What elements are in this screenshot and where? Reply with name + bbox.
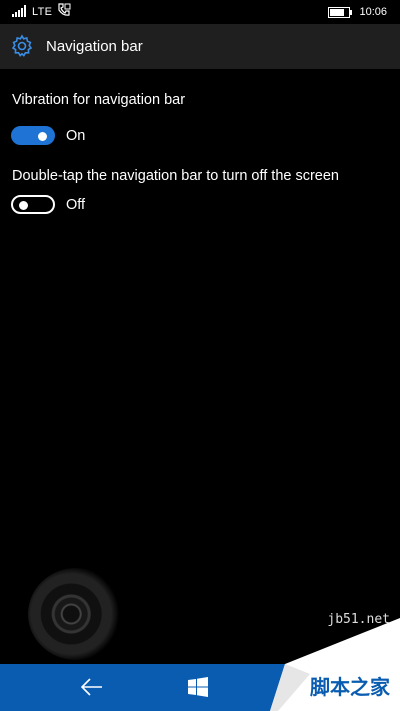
- page-header: Navigation bar: [0, 24, 400, 69]
- windows-logo-icon[interactable]: [188, 677, 208, 697]
- double-tap-setting-label: Double-tap the navigation bar to turn of…: [12, 168, 340, 184]
- status-bar: LTE 10:06: [0, 0, 400, 24]
- double-tap-toggle[interactable]: [11, 195, 55, 214]
- page-title: Navigation bar: [46, 38, 143, 55]
- watermark-text: 脚本之家: [310, 677, 390, 699]
- double-tap-toggle-state: Off: [66, 197, 86, 213]
- sim-phone-icon: [58, 3, 71, 16]
- watermark-site: jb51.net: [327, 612, 390, 627]
- clock: 10:06: [359, 6, 387, 18]
- toggle-knob: [38, 132, 47, 141]
- watermark: jb51.net 脚本之家: [250, 608, 400, 711]
- battery-nub: [350, 10, 352, 15]
- gear-icon: [11, 34, 33, 57]
- back-arrow-icon[interactable]: [80, 676, 104, 698]
- battery-icon: [328, 7, 352, 18]
- toggle-knob: [19, 201, 28, 210]
- vibration-setting-label: Vibration for navigation bar: [12, 92, 186, 108]
- battery-fill: [330, 9, 344, 16]
- network-type: LTE: [32, 6, 53, 18]
- speaker-graphic: [28, 568, 124, 660]
- vibration-toggle-state: On: [66, 128, 86, 144]
- vibration-toggle[interactable]: [11, 126, 55, 145]
- signal-icon: [12, 5, 26, 17]
